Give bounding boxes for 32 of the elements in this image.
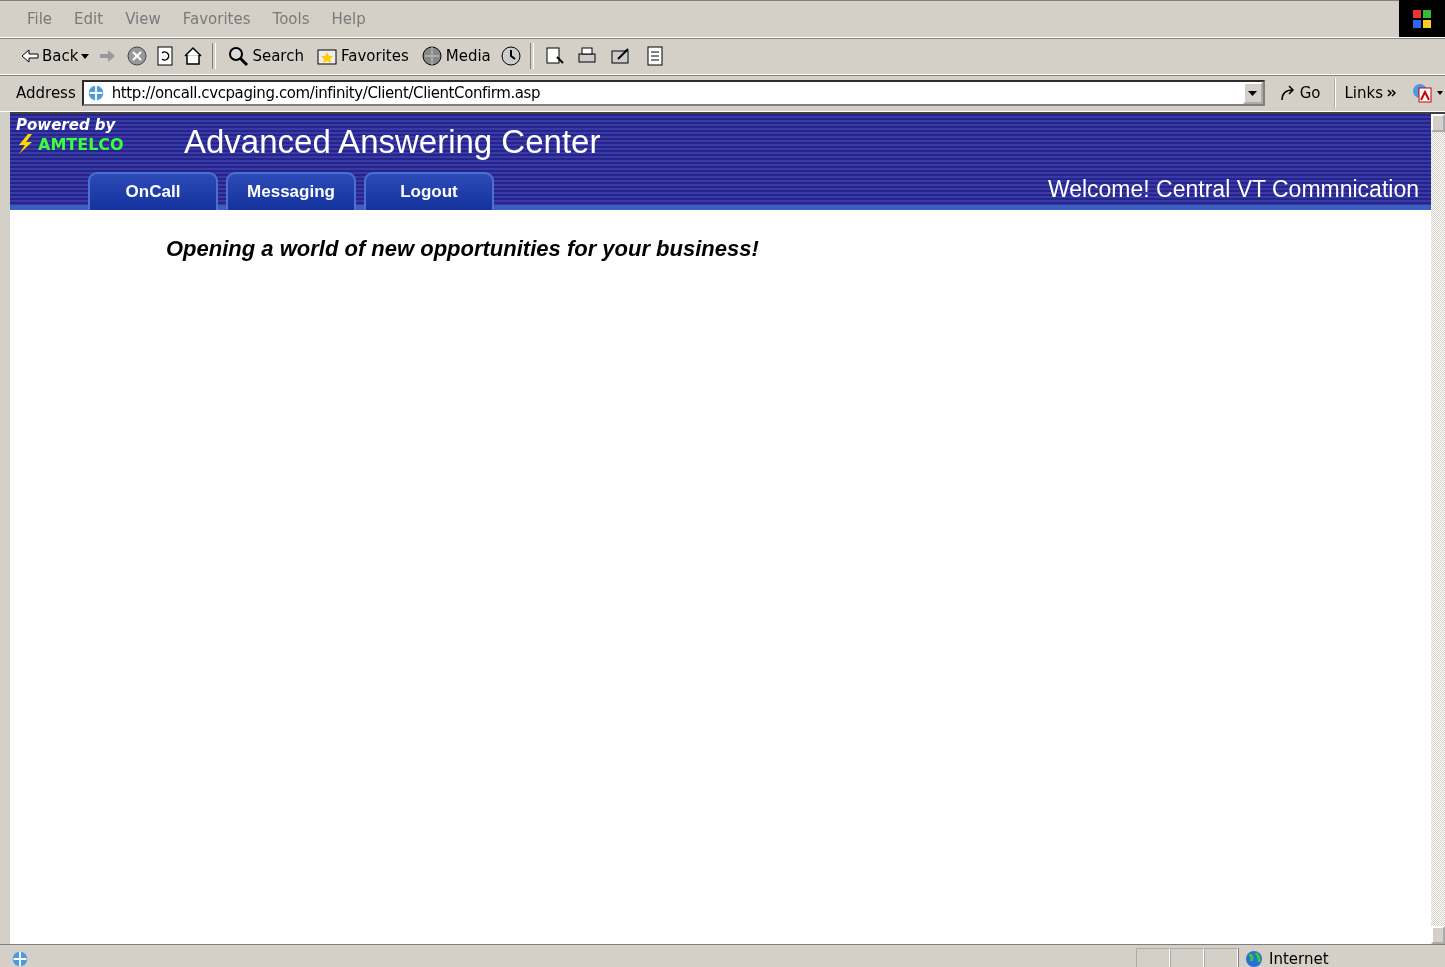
zone-label: Internet [1269, 949, 1329, 967]
nav-tab[interactable]: OnCall [88, 172, 218, 210]
media-button[interactable]: Media [417, 43, 494, 69]
nav-tab[interactable]: Messaging [226, 172, 356, 210]
globe-icon [1245, 949, 1263, 967]
go-button[interactable]: Go [1270, 84, 1329, 102]
globe-icon [420, 45, 443, 67]
address-field[interactable]: http://oncall.cvcpaging.com/infinity/Client/ClientConfirm.asp [81, 80, 1265, 106]
brand-logo-text: AMTELCO [38, 134, 124, 154]
search-button[interactable]: Search [224, 43, 307, 69]
status-panel [1170, 947, 1204, 967]
pdf-icon[interactable] [1411, 82, 1445, 104]
search-icon [227, 45, 250, 67]
curved-arrow-icon [1278, 84, 1297, 102]
status-panel [1136, 947, 1170, 967]
tagline: Opening a world of new opportunities for your business! [166, 236, 760, 262]
windows-logo-icon [1399, 0, 1445, 37]
back-arrow-icon [21, 49, 39, 63]
caret-icon [81, 53, 90, 59]
scrollbar[interactable] [1431, 114, 1445, 944]
address-label: Address [16, 84, 76, 102]
history-clock-icon[interactable] [499, 45, 522, 67]
site-title: Advanced Answering Center [183, 123, 601, 161]
nav-tab[interactable]: Logout [364, 172, 494, 210]
back-button[interactable]: Back [18, 45, 93, 67]
links-button[interactable]: Links [1344, 84, 1383, 102]
status-panel [1204, 947, 1238, 967]
favorites-button[interactable]: Favorites [312, 43, 412, 69]
welcome-text: Welcome! Central VT Commnication [1047, 175, 1420, 203]
chevron-icon[interactable] [1387, 89, 1397, 97]
powered-by-text: Powered by [16, 117, 117, 134]
stop-icon[interactable] [126, 45, 149, 67]
